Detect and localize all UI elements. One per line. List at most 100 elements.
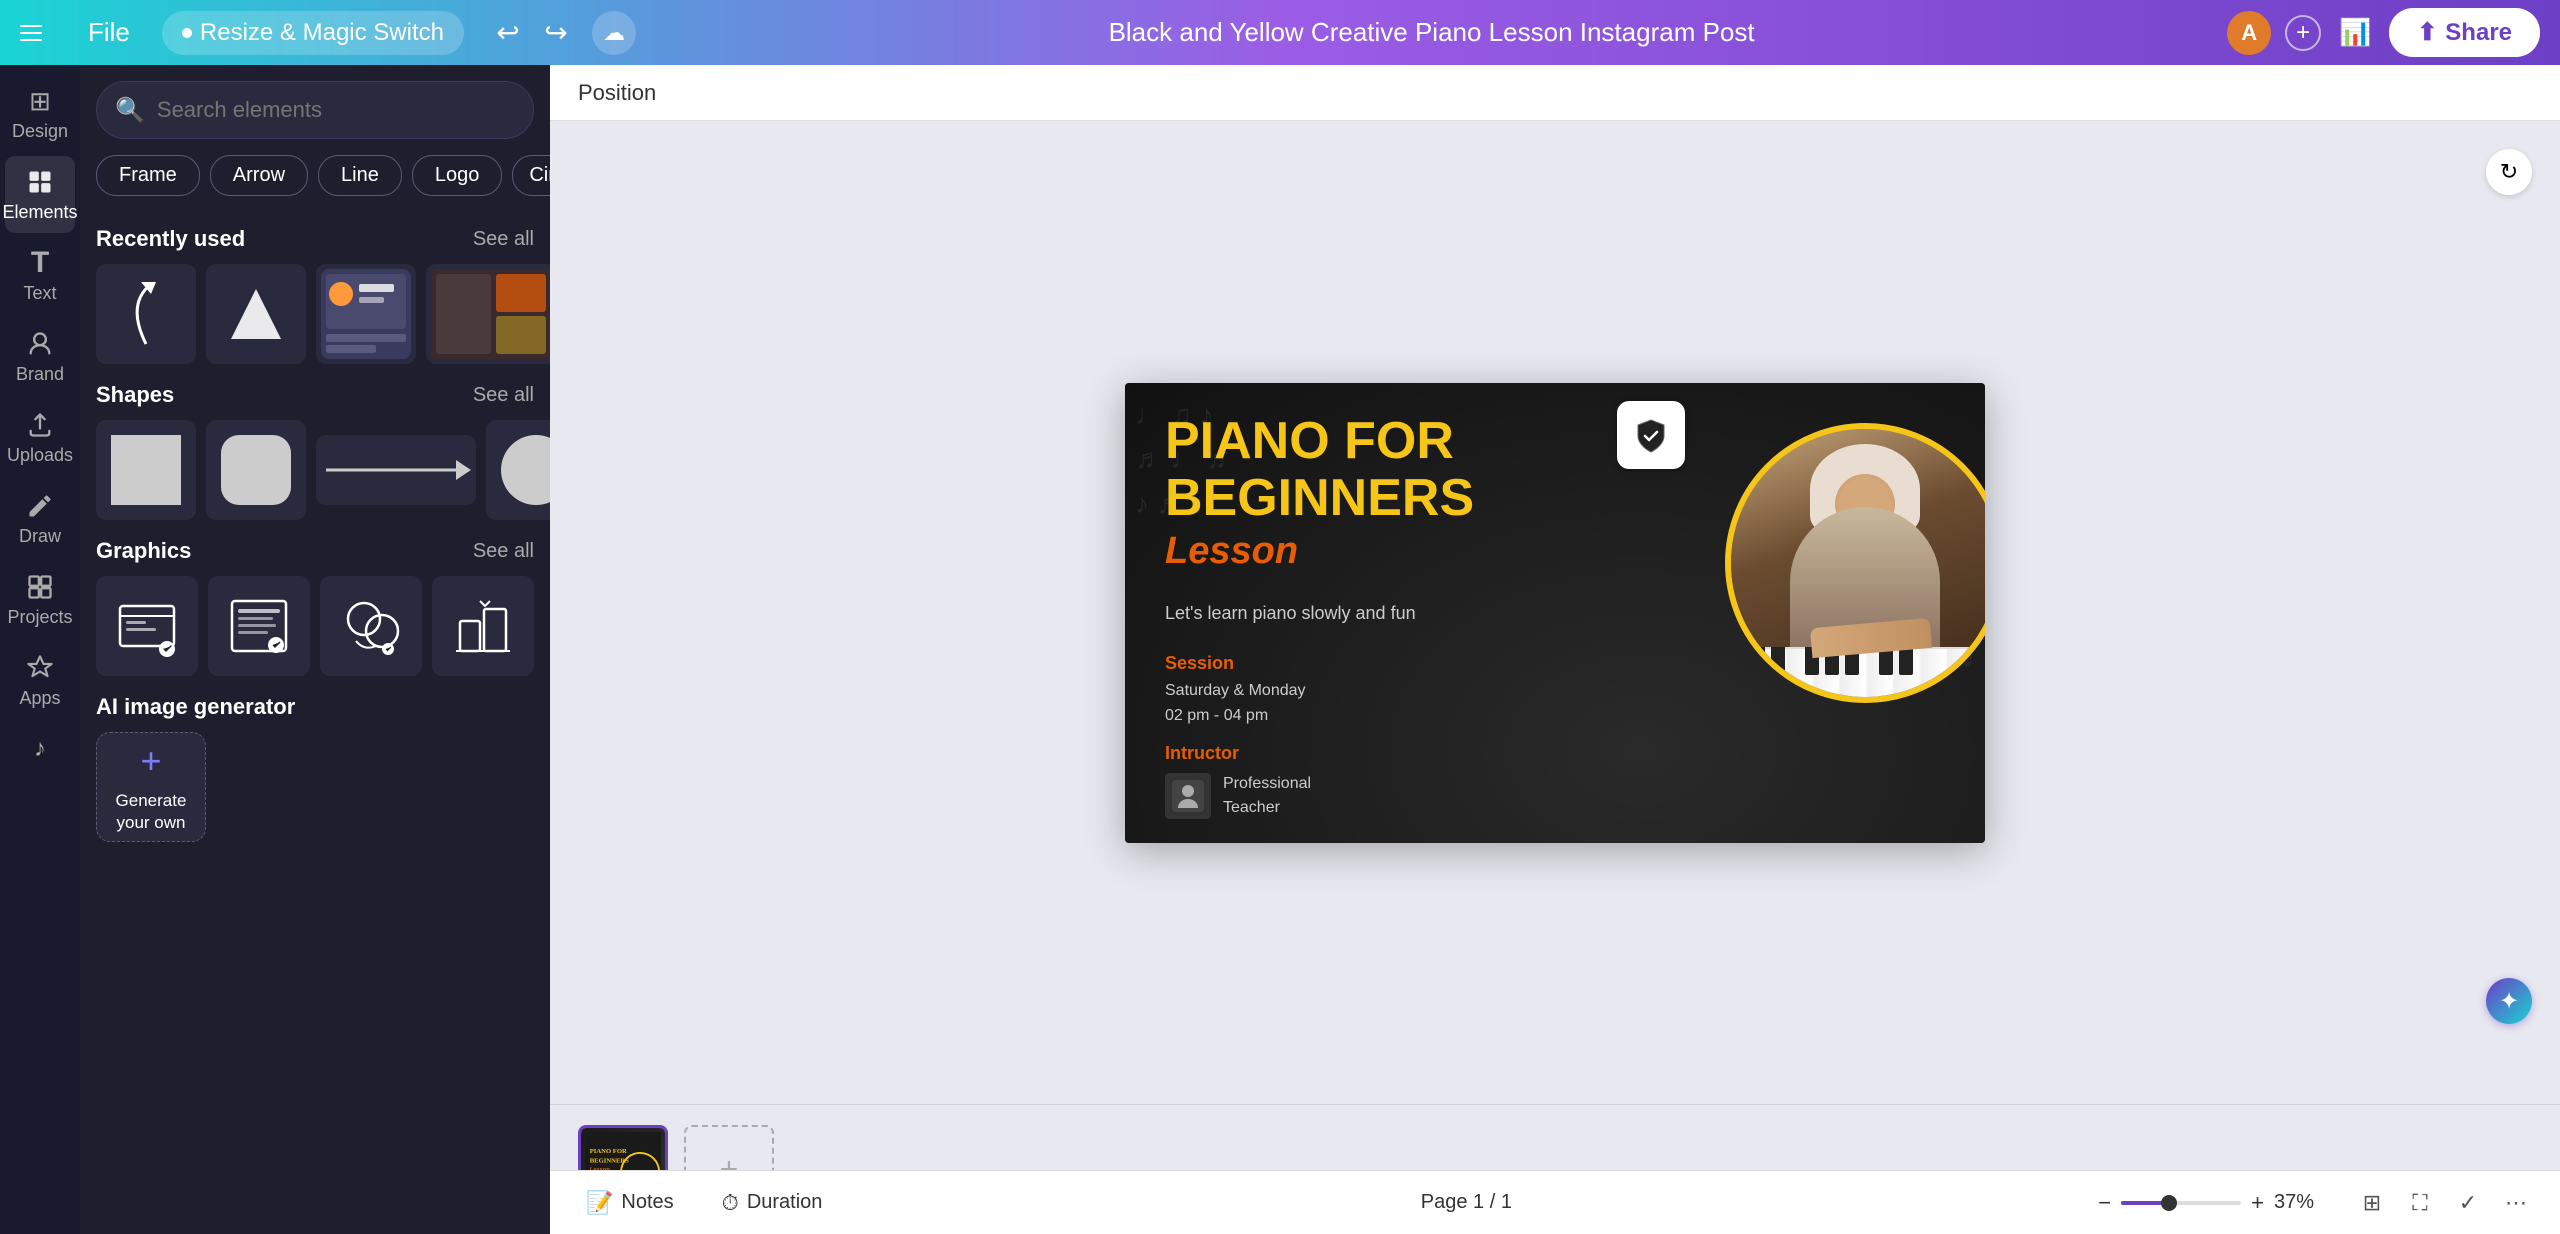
undo-button[interactable]: ↩ [488, 13, 528, 53]
view-options: ⊞ ⛶ ✓ ⋯ [2352, 1183, 2536, 1223]
magic-assist-button[interactable]: ✦ [2486, 978, 2532, 1024]
draw-icon [24, 490, 56, 522]
notes-button[interactable]: 📝 Notes [574, 1182, 686, 1224]
share-icon: ⬆ [2417, 18, 2437, 47]
add-collaborator-button[interactable]: + [2285, 15, 2321, 51]
shape-circle[interactable] [486, 420, 550, 520]
redo-button[interactable]: ↪ [536, 13, 576, 53]
search-bar[interactable]: 🔍 [96, 81, 534, 139]
sidebar-item-projects[interactable]: Projects [5, 561, 75, 638]
ai-section-title: AI image generator [96, 694, 534, 720]
grid-view-button[interactable]: ⊞ [2352, 1183, 2392, 1223]
instructor-block: Intructor Professional Teacher [1165, 743, 1311, 820]
zoom-slider[interactable] [2121, 1201, 2241, 1205]
tag-frame[interactable]: Frame [96, 155, 200, 196]
tag-logo[interactable]: Logo [412, 155, 503, 196]
document-title: Black and Yellow Creative Piano Lesson I… [652, 17, 2211, 48]
duration-icon: ⏱ [722, 1190, 739, 1216]
recently-used-see-all[interactable]: See all [473, 228, 534, 251]
graphics-see-all[interactable]: See all [473, 540, 534, 563]
cloud-save-button[interactable]: ☁ [592, 11, 636, 55]
recent-item-social-graphic[interactable] [316, 264, 416, 364]
projects-icon [24, 571, 56, 603]
recent-item-template[interactable] [426, 264, 550, 364]
ai-generate-button[interactable]: + Generate your own [96, 732, 206, 842]
analytics-button[interactable]: 📊 [2335, 13, 2375, 53]
shapes-grid: › [96, 420, 534, 520]
ai-plus-icon: + [140, 740, 161, 782]
hamburger-menu[interactable] [20, 15, 56, 51]
session-block: Session Saturday & Monday 02 pm - 04 pm [1165, 653, 1306, 729]
uploads-icon [24, 409, 56, 441]
sidebar-item-apps[interactable]: Apps [5, 642, 75, 719]
sidebar-item-draw[interactable]: Draw [5, 480, 75, 557]
zoom-minus[interactable]: − [2098, 1190, 2111, 1216]
graphics-title: Graphics [96, 538, 191, 564]
position-label: Position [578, 80, 656, 106]
photo-inner [1731, 429, 1985, 697]
left-navigation: ⊞ Design Elements T Text Brand [0, 65, 80, 1234]
user-avatar[interactable]: A [2227, 11, 2271, 55]
panel-content: Recently used See all [80, 208, 550, 1234]
resize-label: Resize & Magic Switch [200, 19, 444, 47]
elements-panel: 🔍 Frame Arrow Line Logo Circle › Recentl… [80, 65, 550, 1234]
instructor-label: Intructor [1165, 743, 1311, 764]
graphic-item-4[interactable] [432, 576, 534, 676]
resize-magic-switch-button[interactable]: Resize & Magic Switch [162, 11, 464, 55]
session-time: 02 pm - 04 pm [1165, 703, 1306, 729]
shapes-see-all[interactable]: See all [473, 384, 534, 407]
sidebar-item-music[interactable]: ♪ [5, 723, 75, 779]
shape-rounded-rect[interactable] [206, 420, 306, 520]
zoom-level: 37% [2274, 1191, 2328, 1214]
brand-icon [24, 328, 56, 360]
graphic-item-1[interactable] [96, 576, 198, 676]
search-input[interactable] [157, 97, 515, 123]
topbar: File Resize & Magic Switch ↩ ↪ ☁ Black a… [0, 0, 2560, 65]
sidebar-item-design[interactable]: ⊞ Design [5, 75, 75, 152]
refresh-button[interactable]: ↻ [2486, 149, 2532, 195]
more-options-button[interactable]: ⋯ [2496, 1183, 2536, 1223]
shape-arrow-line[interactable] [316, 435, 476, 505]
graphics-grid [96, 576, 534, 676]
sidebar-item-elements[interactable]: Elements [5, 156, 75, 233]
shapes-title: Shapes [96, 382, 174, 408]
ai-image-generator-section: AI image generator + Generate your own [96, 694, 534, 842]
share-button[interactable]: ⬆ Share [2389, 8, 2540, 57]
tag-line[interactable]: Line [318, 155, 402, 196]
piano-for-text: PIANO FOR [1165, 413, 1474, 470]
graphic-item-3[interactable] [320, 576, 422, 676]
recently-used-grid [96, 264, 534, 364]
file-button[interactable]: File [72, 9, 146, 56]
position-bar: Position [550, 65, 2560, 121]
tag-arrow[interactable]: Arrow [210, 155, 308, 196]
instructor-name: Professional Teacher [1223, 772, 1311, 820]
check-button[interactable]: ✓ [2448, 1183, 2488, 1223]
zoom-control: − + 37% [2098, 1190, 2328, 1216]
shape-square[interactable] [96, 420, 196, 520]
tag-circle[interactable]: Circle › [512, 155, 550, 196]
duration-button[interactable]: ⏱ Duration [710, 1182, 835, 1224]
quick-tags-bar: Frame Arrow Line Logo Circle › [80, 155, 550, 208]
lesson-text: Lesson [1165, 527, 1474, 576]
recent-item-triangle[interactable] [206, 264, 306, 364]
zoom-thumb[interactable] [2161, 1195, 2177, 1211]
search-icon: 🔍 [115, 96, 145, 125]
session-label: Session [1165, 653, 1306, 674]
recently-used-section: Recently used See all [96, 226, 534, 252]
fullscreen-button[interactable]: ⛶ [2400, 1183, 2440, 1223]
sidebar-item-brand[interactable]: Brand [5, 318, 75, 395]
graphic-item-2[interactable] [208, 576, 310, 676]
design-canvas[interactable]: ♩ ♫ ♪♬ ♩ ♫♪ ♬ ♩ 𝄞♬♫ PIANO FOR BEGINNERS … [1125, 383, 1985, 843]
design-icon: ⊞ [24, 85, 56, 117]
sidebar-item-uploads[interactable]: Uploads [5, 399, 75, 476]
ai-generate-label: Generate your own [97, 790, 205, 834]
ai-generate-row: + Generate your own [96, 732, 534, 842]
session-days: Saturday & Monday [1165, 678, 1306, 704]
sidebar-item-text[interactable]: T Text [5, 237, 75, 314]
text-icon: T [24, 247, 56, 279]
canvas-viewport[interactable]: ↻ ♩ ♫ ♪♬ ♩ ♫♪ ♬ ♩ 𝄞♬♫ PIANO FOR BEGI [550, 121, 2560, 1104]
recently-used-title: Recently used [96, 226, 245, 252]
recent-item-arrow[interactable] [96, 264, 196, 364]
zoom-plus[interactable]: + [2251, 1190, 2264, 1216]
notes-icon: 📝 [586, 1190, 613, 1216]
